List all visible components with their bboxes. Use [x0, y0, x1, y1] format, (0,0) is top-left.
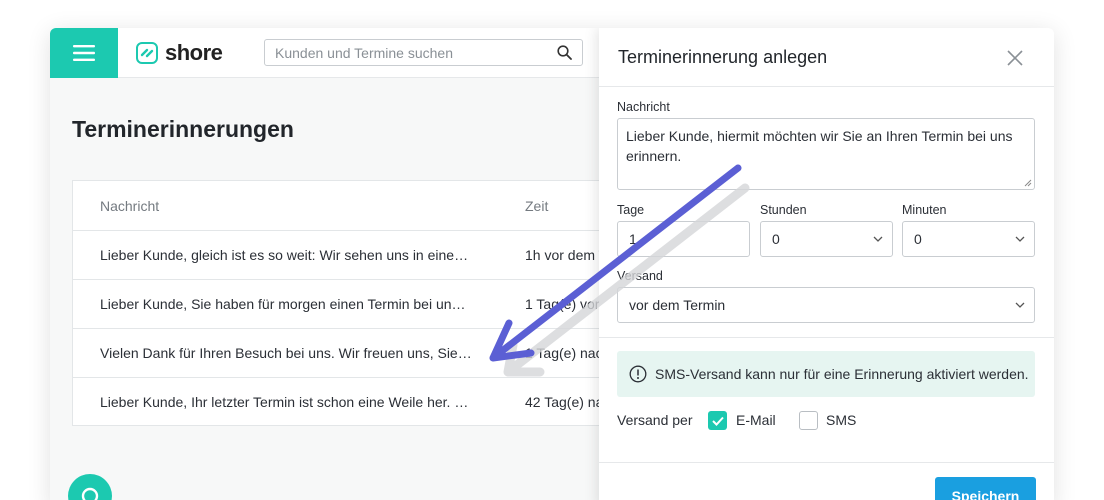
chevron-down-icon — [1015, 236, 1025, 242]
page-title: Terminerinnerungen — [72, 116, 294, 142]
table-row[interactable]: Lieber Kunde, Sie haben für morgen einen… — [73, 280, 676, 329]
logo-text: shore — [165, 40, 223, 65]
minutes-value: 0 — [914, 231, 922, 247]
minutes-select[interactable]: 0 — [902, 221, 1035, 257]
hours-value: 0 — [772, 231, 780, 247]
info-text: SMS-Versand kann nur für eine Erinnerung… — [655, 366, 1029, 382]
panel-header: Terminerinnerung anlegen — [599, 28, 1054, 87]
days-value: 1 — [629, 231, 637, 247]
search-box[interactable] — [264, 39, 583, 66]
email-checkbox[interactable] — [708, 411, 727, 430]
close-button[interactable] — [1003, 46, 1027, 70]
message-textarea[interactable]: Lieber Kunde, hiermit möchten wir Sie an… — [617, 118, 1035, 190]
table-header: Nachricht Zeit — [73, 181, 631, 231]
dispatch-select[interactable]: vor dem Termin — [617, 287, 1035, 323]
resize-handle-icon[interactable] — [1024, 179, 1032, 187]
save-button[interactable]: Speichern — [935, 477, 1036, 500]
panel-footer: Speichern — [599, 462, 1054, 500]
row-message: Lieber Kunde, Sie haben für morgen einen… — [100, 296, 472, 312]
app-window: shore Terminerinnerungen Nachricht Zeit … — [50, 28, 1054, 500]
chevron-down-icon — [1015, 302, 1025, 308]
shore-logo-icon — [136, 42, 158, 64]
dispatch-value: vor dem Termin — [629, 297, 726, 313]
sms-label[interactable]: SMS — [826, 412, 856, 428]
panel-title: Terminerinnerung anlegen — [618, 47, 828, 67]
reminder-side-panel: Terminerinnerung anlegen Nachricht Liebe… — [599, 28, 1054, 500]
search-icon[interactable] — [557, 45, 572, 60]
message-label: Nachricht — [617, 100, 670, 114]
chevron-down-icon — [873, 236, 883, 242]
reminders-table: Nachricht Zeit Lieber Kunde, gleich ist … — [72, 180, 695, 427]
table-row[interactable]: Lieber Kunde, gleich ist es so weit: Wir… — [73, 231, 641, 280]
minutes-label: Minuten — [902, 203, 947, 217]
row-message: Lieber Kunde, gleich ist es so weit: Wir… — [100, 247, 472, 263]
hours-select[interactable]: 0 — [760, 221, 893, 257]
dispatch-label: Versand — [617, 269, 663, 283]
divider — [599, 337, 1054, 338]
chat-icon — [81, 487, 99, 500]
column-header-time: Zeit — [525, 198, 549, 214]
hours-label: Stunden — [760, 203, 807, 217]
message-text: Lieber Kunde, hiermit möchten wir Sie an… — [626, 128, 1013, 164]
column-header-message: Nachricht — [100, 198, 160, 214]
info-banner: SMS-Versand kann nur für eine Erinnerung… — [617, 351, 1035, 397]
row-message: Vielen Dank für Ihren Besuch bei uns. Wi… — [100, 345, 472, 361]
checkmark-icon — [711, 416, 724, 426]
send-via-label: Versand per — [617, 412, 693, 428]
search-input[interactable] — [275, 44, 557, 61]
menu-button[interactable] — [50, 28, 118, 78]
table-row[interactable]: Vielen Dank für Ihren Besuch bei uns. Wi… — [73, 329, 687, 378]
logo[interactable]: shore — [136, 40, 223, 66]
hamburger-icon — [73, 45, 95, 61]
sms-checkbox[interactable] — [799, 411, 818, 430]
row-message: Lieber Kunde, Ihr letzter Termin ist sch… — [100, 394, 472, 410]
help-fab-button[interactable] — [68, 474, 112, 500]
days-input[interactable]: 1 — [617, 221, 750, 257]
email-label[interactable]: E-Mail — [736, 412, 776, 428]
days-label: Tage — [617, 203, 645, 217]
close-icon — [1007, 50, 1023, 66]
table-row[interactable]: Lieber Kunde, Ihr letzter Termin ist sch… — [73, 378, 695, 427]
info-icon — [629, 365, 647, 383]
